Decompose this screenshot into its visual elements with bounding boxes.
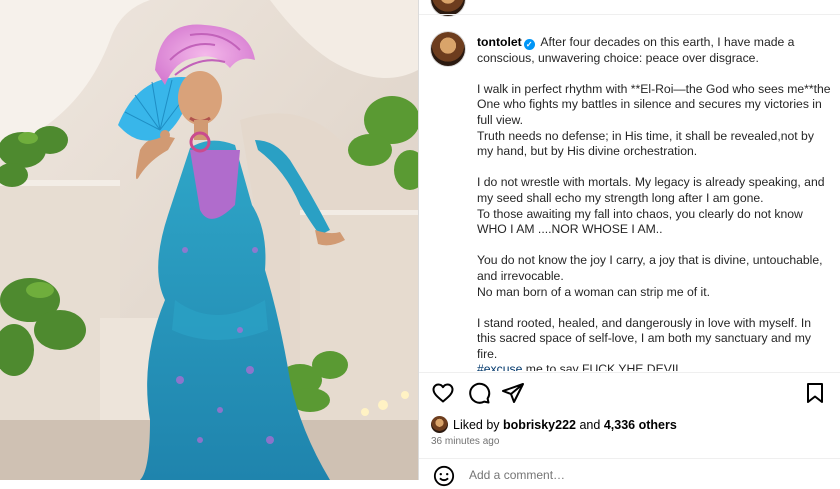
liker-username[interactable]: bobrisky222 — [503, 418, 576, 432]
post-timestamp[interactable]: 36 minutes ago — [431, 436, 499, 447]
caption-avatar[interactable] — [431, 32, 465, 66]
caption-paragraph-2: I walk in perfect rhythm with **El-Roi—t… — [477, 82, 833, 160]
comment-box — [419, 458, 840, 489]
caption-line-3b: To those awaiting my fall into chaos, yo… — [477, 206, 803, 237]
caption-line-2a: I walk in perfect rhythm with **El-Roi—t… — [477, 81, 831, 127]
caption-line-2b: Truth needs no defense; in His time, it … — [477, 128, 814, 159]
hashtag-link[interactable]: #excuse — [477, 362, 522, 371]
caption-line-6: me to say FUCK YHE DEVIL — [522, 362, 683, 371]
caption-paragraph-4: You do not know the joy I carry, a joy t… — [477, 253, 833, 300]
verified-badge-icon: ✓ — [523, 39, 535, 50]
bookmark-icon[interactable] — [803, 381, 827, 405]
likes-prefix: Liked by — [453, 418, 504, 432]
liker-avatar[interactable] — [431, 416, 448, 433]
caption-line-3a: I do not wrestle with mortals. My legacy… — [477, 175, 825, 205]
caption-username[interactable]: tontolet — [477, 35, 522, 49]
caption-scroll-area[interactable]: tontolet ✓ After four decades on this ear… — [419, 26, 840, 371]
likes-summary: Liked by bobrisky222 and 4,336 others — [431, 416, 677, 434]
share-icon[interactable] — [501, 381, 525, 405]
comment-input[interactable] — [467, 463, 801, 487]
caption-paragraph-3: I do not wrestle with mortals. My legacy… — [477, 175, 833, 237]
post-image[interactable] — [0, 0, 418, 480]
caption-paragraph-5: I stand rooted, healed, and dangerously … — [477, 316, 833, 371]
likes-count-link[interactable]: 4,336 others — [604, 418, 677, 432]
header-divider — [419, 14, 840, 15]
caption-paragraph-1: tontolet ✓ After four decades on this ear… — [477, 35, 833, 66]
caption-text: tontolet ✓ After four decades on this ear… — [477, 35, 833, 371]
heart-icon[interactable] — [431, 381, 455, 405]
post-photo-illustration — [0, 0, 418, 480]
comment-icon[interactable] — [467, 381, 491, 405]
emoji-icon[interactable] — [433, 465, 455, 487]
caption-line-1: After four decades on this earth, I have… — [477, 35, 795, 65]
likes-middle: and — [576, 418, 604, 432]
caption-line-4a: You do not know the joy I carry, a joy t… — [477, 253, 823, 283]
caption-line-5: I stand rooted, healed, and dangerously … — [477, 315, 812, 361]
post-side-panel: tontolet ✓ After four decades on this ear… — [419, 0, 840, 487]
caption-line-4b: No man born of a woman can strip me of i… — [477, 284, 711, 299]
action-bar — [419, 372, 840, 413]
